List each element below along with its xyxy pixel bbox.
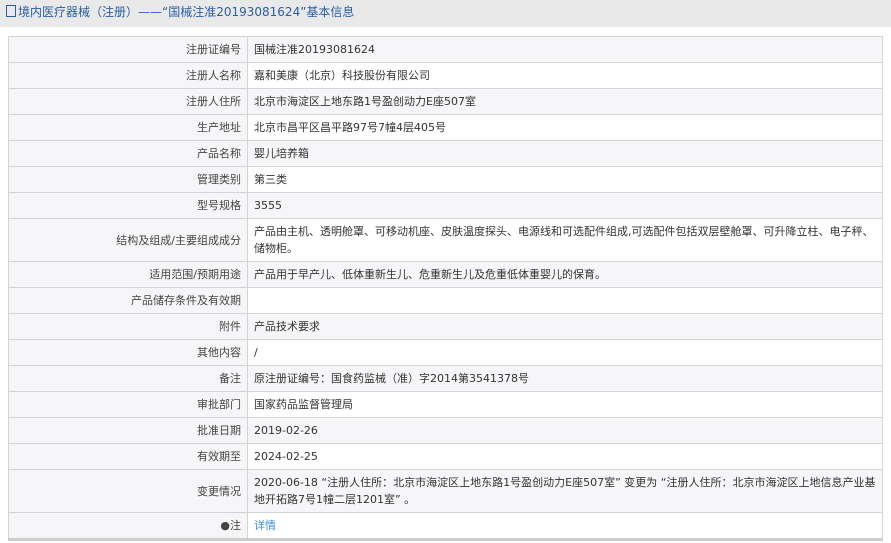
table-row: 批准日期 2019-02-26	[8, 417, 883, 444]
table-row: 适用范围/预期用途 产品用于早产儿、低体重新生儿、危重新生儿及危重低体重婴儿的保育…	[8, 261, 883, 288]
table-row: 审批部门 国家药品监督管理局	[8, 391, 883, 418]
row-label: 注册证编号	[8, 36, 248, 63]
table-row: 产品储存条件及有效期	[8, 287, 883, 314]
row-value: 2020-06-18 “注册人住所：北京市海淀区上地东路1号盈创动力E座507室…	[247, 469, 883, 513]
details-link[interactable]: 详情	[254, 519, 276, 532]
table-row: 结构及组成/主要组成成分 产品由主机、透明舱罩、可移动机座、皮肤温度探头、电源线和…	[8, 218, 883, 262]
table-row: 注册人住所 北京市海淀区上地东路1号盈创动力E座507室	[8, 88, 883, 115]
row-value: 嘉和美康（北京）科技股份有限公司	[247, 62, 883, 89]
row-label: 变更情况	[8, 469, 248, 513]
document-icon	[6, 5, 16, 17]
table-row: 备注 原注册证编号：国食药监械（准）字2014第3541378号	[8, 365, 883, 392]
row-label: 备注	[8, 365, 248, 392]
row-value: 国家药品监督管理局	[247, 391, 883, 418]
row-value: 3555	[247, 192, 883, 219]
row-value: 第三类	[247, 166, 883, 193]
page-header: 境内医疗器械（注册）——“国械注准20193081624”基本信息	[0, 0, 891, 27]
row-label: 有效期至	[8, 443, 248, 470]
row-label: 结构及组成/主要组成成分	[8, 218, 248, 262]
table-row: 生产地址 北京市昌平区昌平路97号7幢4层405号	[8, 114, 883, 141]
row-value: 北京市昌平区昌平路97号7幢4层405号	[247, 114, 883, 141]
row-label: 审批部门	[8, 391, 248, 418]
row-value: 北京市海淀区上地东路1号盈创动力E座507室	[247, 88, 883, 115]
row-label: 产品名称	[8, 140, 248, 167]
row-label: 适用范围/预期用途	[8, 261, 248, 288]
row-label: 生产地址	[8, 114, 248, 141]
row-value: 产品由主机、透明舱罩、可移动机座、皮肤温度探头、电源线和可选配件组成,可选配件包…	[247, 218, 883, 262]
bulb-icon: ●	[220, 519, 230, 532]
table-row: 注册人名称 嘉和美康（北京）科技股份有限公司	[8, 62, 883, 89]
row-value: /	[247, 339, 883, 366]
row-value: 2024-02-25	[247, 443, 883, 470]
row-value: 产品用于早产儿、低体重新生儿、危重新生儿及危重低体重婴儿的保育。	[247, 261, 883, 288]
row-value: 产品技术要求	[247, 313, 883, 340]
info-table: 注册证编号 国械注准20193081624 注册人名称 嘉和美康（北京）科技股份有限公…	[8, 36, 883, 541]
row-label: 注册人名称	[8, 62, 248, 89]
row-label: 注册人住所	[8, 88, 248, 115]
table-row: 有效期至 2024-02-25	[8, 443, 883, 470]
table-row: 其他内容 /	[8, 339, 883, 366]
row-label: 其他内容	[8, 339, 248, 366]
row-label: 产品储存条件及有效期	[8, 287, 248, 314]
table-row: 产品名称 婴儿培养箱	[8, 140, 883, 167]
row-label: ●注	[8, 512, 248, 540]
row-label: 管理类别	[8, 166, 248, 193]
table-row: 管理类别 第三类	[8, 166, 883, 193]
row-label: 批准日期	[8, 417, 248, 444]
row-value: 婴儿培养箱	[247, 140, 883, 167]
page-title: 境内医疗器械（注册）——“国械注准20193081624”基本信息	[18, 5, 355, 19]
row-value: 2019-02-26	[247, 417, 883, 444]
row-value: 国械注准20193081624	[247, 36, 883, 63]
row-value: 原注册证编号：国食药监械（准）字2014第3541378号	[247, 365, 883, 392]
row-value	[247, 287, 883, 314]
table-row: 变更情况 2020-06-18 “注册人住所：北京市海淀区上地东路1号盈创动力E座…	[8, 469, 883, 513]
row-value: 详情	[247, 512, 883, 540]
table-row: 附件 产品技术要求	[8, 313, 883, 340]
row-label: 型号规格	[8, 192, 248, 219]
note-row: ●注 详情	[8, 512, 883, 540]
table-row: 型号规格 3555	[8, 192, 883, 219]
row-label: 附件	[8, 313, 248, 340]
table-row: 注册证编号 国械注准20193081624	[8, 36, 883, 63]
